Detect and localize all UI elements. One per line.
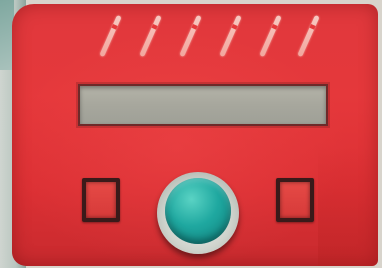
right-square-button[interactable] (276, 178, 314, 222)
left-square-button[interactable] (82, 178, 120, 222)
knob-bezel[interactable] (157, 172, 239, 254)
panel-shading (318, 146, 378, 266)
lcd-display (78, 84, 328, 126)
device-photo (0, 0, 382, 268)
rotary-knob-icon[interactable] (165, 178, 231, 244)
